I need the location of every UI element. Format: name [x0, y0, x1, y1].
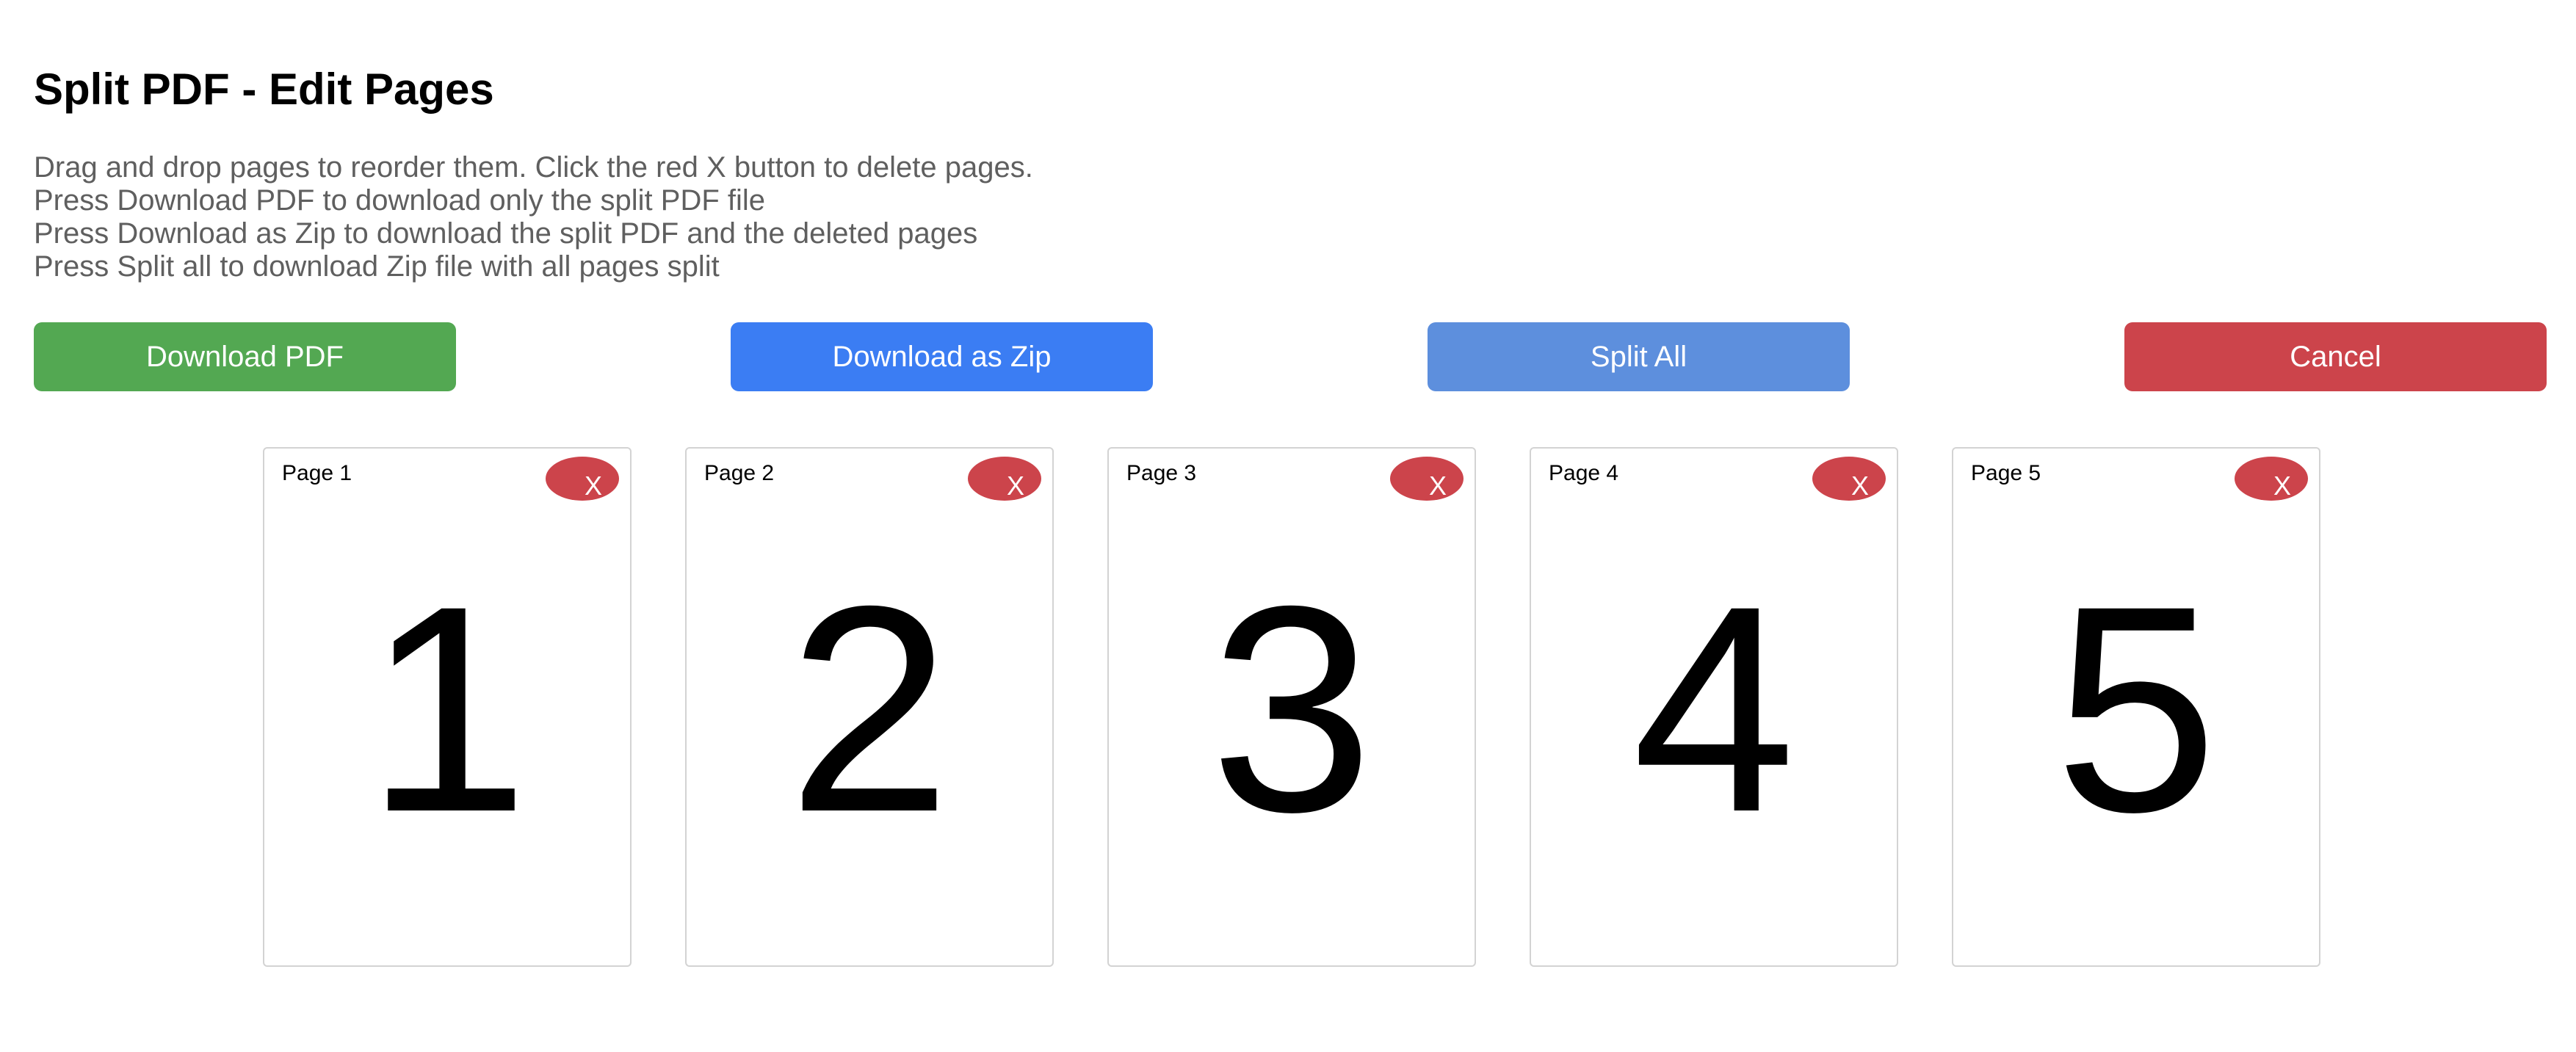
delete-page-button[interactable]: X — [1390, 457, 1464, 501]
page-label: Page 1 — [282, 461, 352, 485]
page-card-5[interactable]: Page 5 X 5 — [1952, 447, 2320, 967]
close-icon: X — [1429, 471, 1447, 501]
download-zip-button[interactable]: Download as Zip — [731, 322, 1153, 391]
page-label: Page 2 — [704, 461, 775, 485]
page-thumbnail: 4 — [1632, 545, 1796, 873]
page-card-3[interactable]: Page 3 X 3 — [1107, 447, 1476, 967]
instruction-line: Press Download PDF to download only the … — [34, 184, 766, 217]
delete-page-button[interactable]: X — [546, 457, 619, 501]
instruction-line: Press Download as Zip to download the sp… — [34, 217, 978, 250]
close-icon: X — [1007, 471, 1025, 501]
instruction-line: Press Split all to download Zip file wit… — [34, 250, 720, 283]
delete-page-button[interactable]: X — [2235, 457, 2308, 501]
page-card-4[interactable]: Page 4 X 4 — [1530, 447, 1898, 967]
close-icon: X — [2273, 471, 2292, 501]
page-thumbnail: 5 — [2054, 545, 2218, 873]
page-thumbnail: 1 — [365, 545, 529, 873]
page-label: Page 5 — [1971, 461, 2041, 485]
page-label: Page 3 — [1126, 461, 1197, 485]
split-all-button[interactable]: Split All — [1428, 322, 1850, 391]
close-icon: X — [1851, 471, 1870, 501]
page-label: Page 4 — [1549, 461, 1619, 485]
page-card-1[interactable]: Page 1 X 1 — [263, 447, 632, 967]
delete-page-button[interactable]: X — [1812, 457, 1886, 501]
page-thumbnail: 3 — [1209, 545, 1374, 873]
delete-page-button[interactable]: X — [968, 457, 1041, 501]
page-title: Split PDF - Edit Pages — [34, 65, 494, 114]
close-icon: X — [585, 471, 603, 501]
download-pdf-button[interactable]: Download PDF — [34, 322, 456, 391]
page-card-2[interactable]: Page 2 X 2 — [685, 447, 1054, 967]
instruction-line: Drag and drop pages to reorder them. Cli… — [34, 151, 1033, 184]
instructions: Drag and drop pages to reorder them. Cli… — [34, 151, 1502, 283]
page-thumbnail: 2 — [787, 545, 952, 873]
cancel-button[interactable]: Cancel — [2124, 322, 2547, 391]
